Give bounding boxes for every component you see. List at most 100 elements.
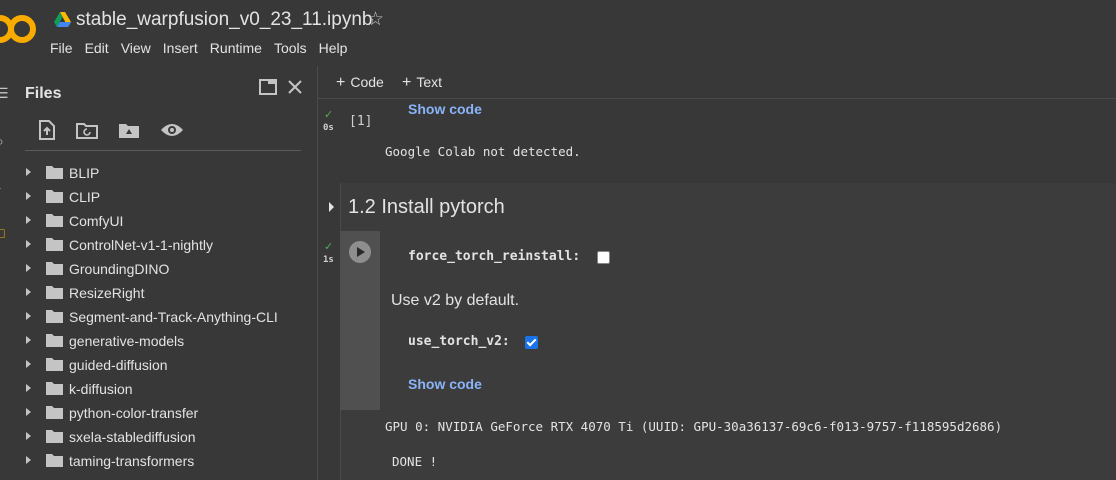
search-icon[interactable]: ⌕: [0, 134, 4, 148]
menu-help[interactable]: Help: [319, 40, 348, 56]
expand-caret-icon[interactable]: [26, 456, 31, 464]
expand-caret-icon[interactable]: [26, 216, 31, 224]
add-code-cell-button[interactable]: + Code: [336, 74, 384, 92]
folder-icon: [46, 454, 63, 467]
tree-item-label: ComfyUI: [69, 213, 124, 229]
toolbar-divider: [25, 150, 301, 151]
use-torch-v2-checkbox[interactable]: [525, 336, 538, 349]
menu-edit[interactable]: Edit: [85, 40, 109, 56]
menu-bar: File Edit View Insert Runtime Tools Help: [50, 40, 359, 56]
tree-item-label: taming-transformers: [69, 453, 195, 469]
tree-item[interactable]: CLIP: [14, 185, 314, 209]
show-hidden-files-icon[interactable]: [160, 122, 184, 138]
expand-caret-icon[interactable]: [26, 384, 31, 392]
notebook-area: + Code + Text ✓ 0s [1] Show code Google Co…: [318, 66, 1116, 480]
tree-item-label: guided-diffusion: [69, 357, 168, 373]
menu-insert[interactable]: Insert: [163, 40, 198, 56]
collapse-section-icon[interactable]: [329, 202, 334, 212]
files-panel-title: Files: [25, 85, 62, 102]
use-torch-v2-label: use_torch_v2:: [408, 334, 510, 349]
tree-item[interactable]: ResizeRight: [14, 281, 314, 305]
folder-icon: [46, 166, 63, 179]
expand-caret-icon[interactable]: [26, 432, 31, 440]
add-cell-bar: + Code + Text: [318, 66, 1116, 99]
execution-time: 1s: [323, 255, 334, 265]
panel-controls: [259, 79, 303, 95]
upload-file-icon[interactable]: [38, 120, 56, 140]
expand-caret-icon[interactable]: [26, 240, 31, 248]
folder-icon: [46, 262, 63, 275]
tree-item-label: GroundingDINO: [69, 261, 170, 277]
tree-item[interactable]: ControlNet-v1-1-nightly: [14, 233, 314, 257]
menu-view[interactable]: View: [121, 40, 151, 56]
table-of-contents-icon[interactable]: ☰: [0, 86, 9, 100]
plus-icon: +: [336, 74, 346, 91]
tree-item[interactable]: BLIP: [14, 161, 314, 185]
folder-icon: [46, 286, 63, 299]
open-in-tab-icon[interactable]: [259, 79, 277, 95]
variables-icon[interactable]: }: [0, 180, 1, 194]
tree-item[interactable]: Segment-and-Track-Anything-CLI: [14, 305, 314, 329]
run-cell-button[interactable]: [349, 241, 371, 263]
cell-output-gpu: GPU 0: NVIDIA GeForce RTX 4070 Ti (UUID:…: [385, 419, 1003, 434]
menu-runtime[interactable]: Runtime: [210, 40, 262, 56]
tree-item-label: generative-models: [69, 333, 185, 349]
files-panel: Files BLIP CLIP ComfyUI ControlNet-v1-1-…: [14, 66, 318, 480]
add-text-cell-button[interactable]: + Text: [402, 74, 442, 92]
tree-item[interactable]: GroundingDINO: [14, 257, 314, 281]
tree-item-label: BLIP: [69, 165, 100, 181]
section-cell: [340, 183, 1116, 480]
folder-icon: [46, 238, 63, 251]
folder-icon: [46, 310, 63, 323]
tree-item[interactable]: ComfyUI: [14, 209, 314, 233]
menu-tools[interactable]: Tools: [274, 40, 307, 56]
files-toolbar: [38, 120, 184, 140]
folder-icon: [46, 190, 63, 203]
files-icon[interactable]: □: [0, 226, 4, 240]
show-code-link[interactable]: Show code: [408, 376, 482, 392]
plus-icon: +: [402, 74, 412, 91]
expand-caret-icon[interactable]: [26, 288, 31, 296]
tree-item-label: python-color-transfer: [69, 405, 199, 421]
colab-logo-icon[interactable]: [0, 14, 36, 44]
expand-caret-icon[interactable]: [26, 360, 31, 368]
file-tree: BLIP CLIP ComfyUI ControlNet-v1-1-nightl…: [14, 161, 314, 473]
folder-icon: [46, 430, 63, 443]
tree-item[interactable]: sxela-stablediffusion: [14, 425, 314, 449]
expand-caret-icon[interactable]: [26, 192, 31, 200]
mount-drive-icon[interactable]: [118, 121, 140, 139]
google-drive-icon: [54, 12, 71, 27]
tree-item[interactable]: python-color-transfer: [14, 401, 314, 425]
execution-time: 0s: [323, 123, 334, 133]
force-torch-reinstall-label: force_torch_reinstall:: [408, 249, 581, 264]
cell-output: Google Colab not detected.: [385, 144, 581, 159]
refresh-folder-icon[interactable]: [76, 121, 98, 139]
menu-file[interactable]: File: [50, 40, 73, 56]
close-icon[interactable]: [287, 79, 303, 95]
tree-item-label: sxela-stablediffusion: [69, 429, 196, 445]
folder-icon: [46, 382, 63, 395]
expand-caret-icon[interactable]: [26, 408, 31, 416]
success-check-icon: ✓: [324, 109, 334, 121]
force-torch-reinstall-checkbox[interactable]: [597, 251, 610, 264]
show-code-link[interactable]: Show code: [408, 101, 482, 117]
expand-caret-icon[interactable]: [26, 312, 31, 320]
app-header: stable_warpfusion_v0_23_11.ipynb ☆ File …: [0, 0, 1116, 66]
folder-icon: [46, 406, 63, 419]
tree-item[interactable]: taming-transformers: [14, 449, 314, 473]
tree-item-label: Segment-and-Track-Anything-CLI: [69, 309, 278, 325]
tree-item[interactable]: generative-models: [14, 329, 314, 353]
section-heading: 1.2 Install pytorch: [348, 196, 505, 218]
star-icon[interactable]: ☆: [367, 9, 384, 31]
expand-caret-icon[interactable]: [26, 336, 31, 344]
add-code-label: Code: [350, 74, 384, 90]
expand-caret-icon[interactable]: [26, 264, 31, 272]
notebook-title[interactable]: stable_warpfusion_v0_23_11.ipynb: [76, 9, 372, 31]
expand-caret-icon[interactable]: [26, 168, 31, 176]
tree-item-label: ControlNet-v1-1-nightly: [69, 237, 213, 253]
tree-item[interactable]: guided-diffusion: [14, 353, 314, 377]
tree-item-label: k-diffusion: [69, 381, 133, 397]
execution-count: [1]: [349, 114, 373, 129]
tree-item[interactable]: k-diffusion: [14, 377, 314, 401]
success-check-icon: ✓: [324, 241, 334, 253]
